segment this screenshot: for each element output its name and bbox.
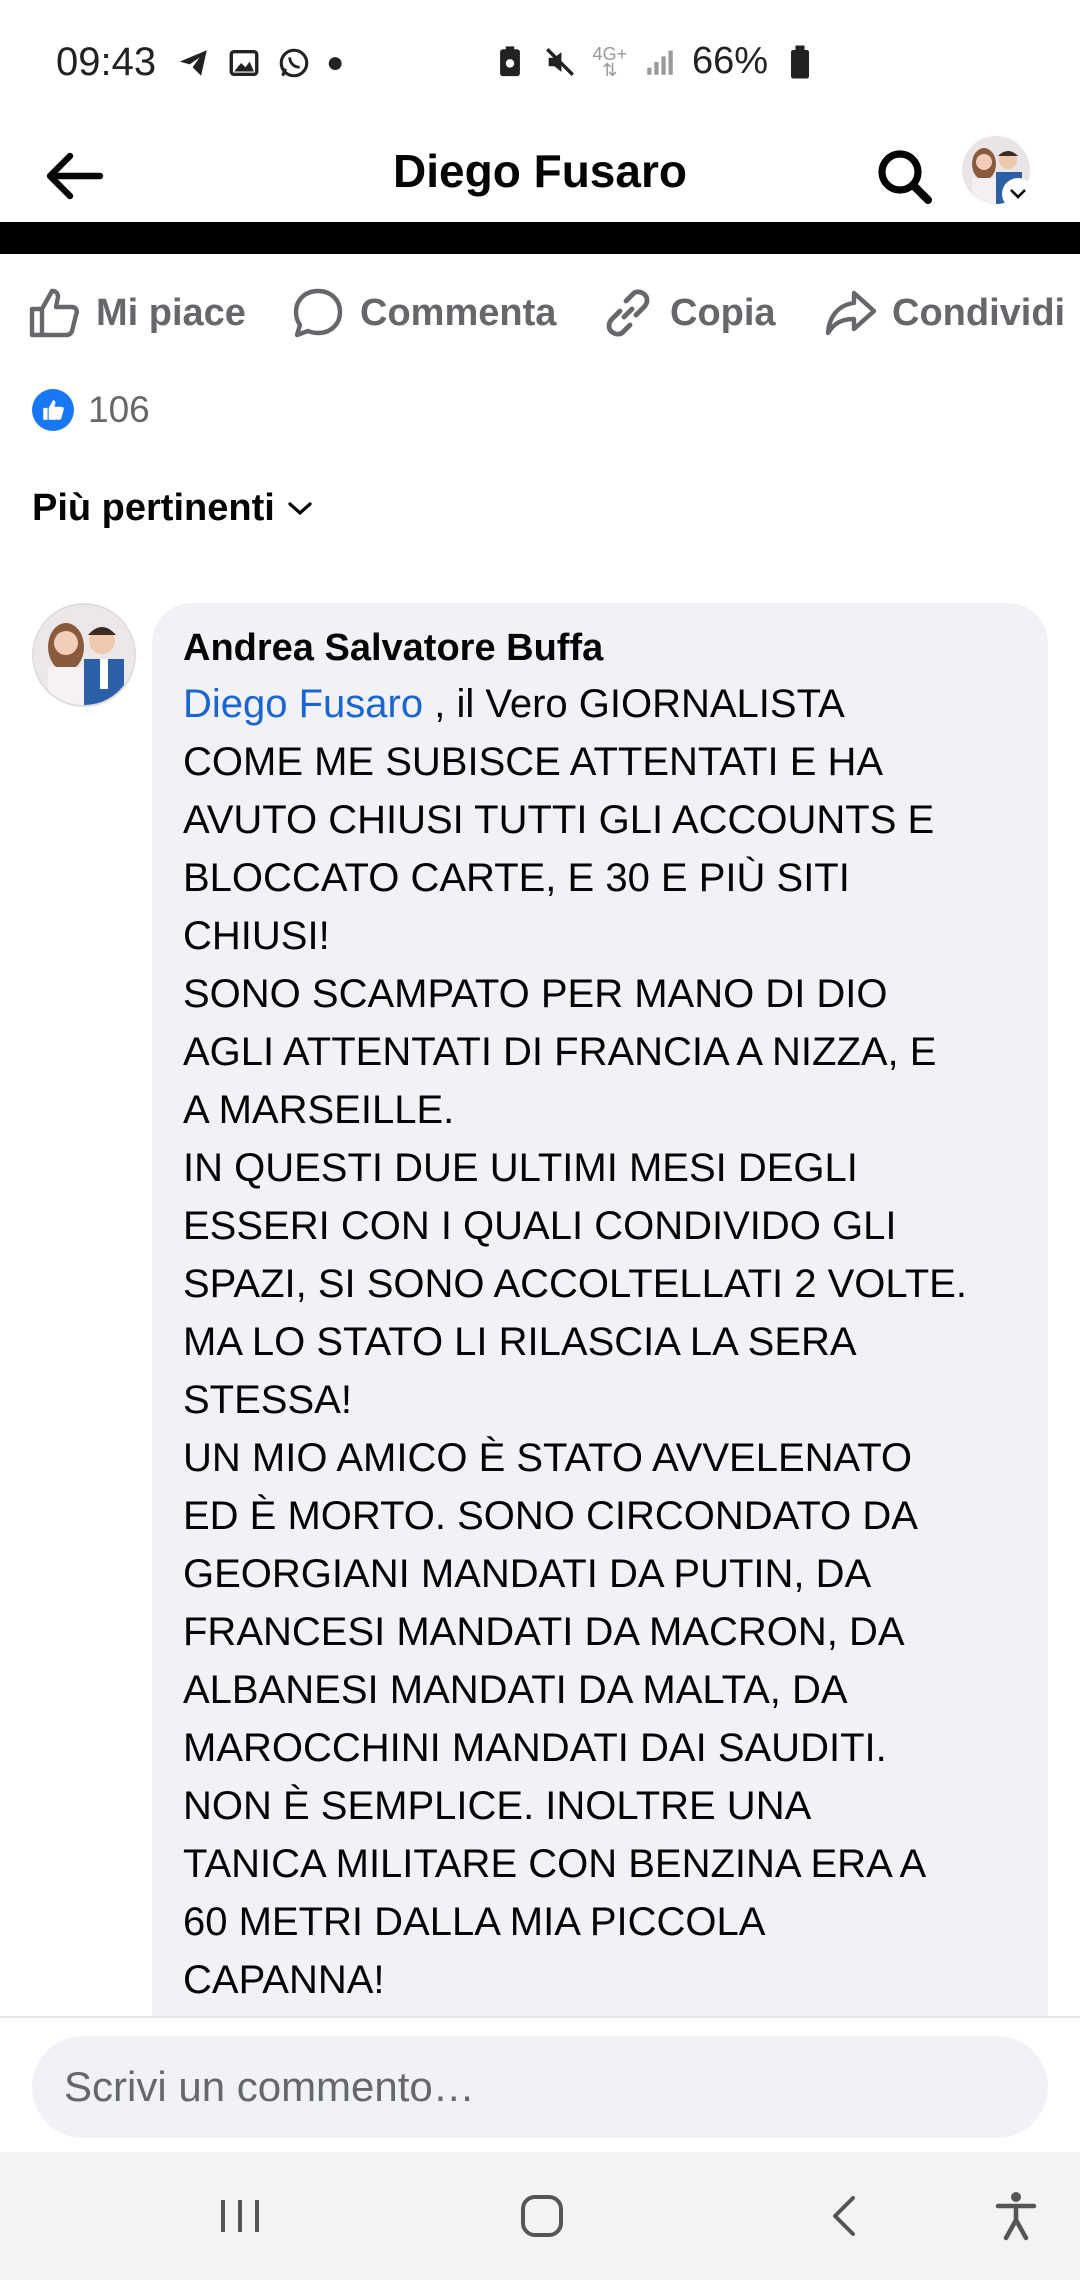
sort-label: Più pertinenti [32,487,275,529]
back-nav-button[interactable] [796,2176,892,2256]
commenter-avatar[interactable] [32,603,136,707]
comment-sort-dropdown[interactable]: Più pertinenti [32,487,313,530]
app-header: Diego Fusaro [0,128,1080,224]
network-icon: 4G+ ⇅ [592,44,628,80]
chevron-down-icon [1010,189,1026,199]
battery-percent: 66% [691,40,768,82]
comment-button[interactable]: Commenta [290,278,556,348]
post-action-bar: Mi piace Commenta Copia Condividi [0,268,1080,358]
dot-icon: ● [326,45,345,79]
data-arrows-icon: ⇅ [602,59,618,80]
signal-icon [642,44,678,80]
reactions-summary[interactable]: 106 [32,386,150,434]
whatsapp-icon [276,45,312,81]
gallery-icon [226,45,262,81]
reaction-count: 106 [88,389,150,430]
thumbs-up-icon [29,288,79,338]
like-label: Mi piace [96,291,246,334]
copy-label: Copia [670,291,776,334]
comment-body: Diego Fusaro , il Vero GIORNALISTA COME … [183,675,1018,2009]
share-label: Condividi [892,291,1066,334]
comment-bubble[interactable]: Andrea Salvatore Buffa Diego Fusaro , il… [152,603,1048,2023]
share-button[interactable]: Condividi [822,278,1065,348]
home-button[interactable] [494,2176,590,2256]
battery-icon [782,44,818,80]
status-left: 09:43 ● [56,40,344,85]
like-reaction-icon [32,389,74,431]
system-nav-bar [0,2152,1080,2280]
comment-composer [0,2016,1080,2154]
comment-text: , il Vero GIORNALISTA COME ME SUBISCE AT… [183,682,967,2002]
accessibility-button[interactable] [968,2176,1064,2256]
accessibility-icon [995,2192,1037,2241]
copy-link-button[interactable]: Copia [600,278,776,348]
link-icon [606,289,650,337]
search-button[interactable] [866,138,942,214]
battery-saver-icon [492,44,528,80]
share-arrow-icon [825,290,877,336]
status-right: 4G+ ⇅ 66% [492,40,818,83]
comment-input[interactable] [32,2036,1048,2138]
mute-icon [542,44,578,80]
recent-apps-button[interactable] [192,2176,288,2256]
recents-icon [221,2200,259,2232]
chevron-down-icon [288,501,312,515]
telegram-icon [176,45,212,81]
post-media-edge [0,222,1080,254]
commenter-photo-icon [34,605,134,705]
like-button[interactable]: Mi piace [26,278,246,348]
comment-bubble-icon [293,288,343,338]
comment-label: Commenta [360,291,557,334]
comment-author[interactable]: Andrea Salvatore Buffa [183,623,1018,673]
status-time: 09:43 [56,40,157,84]
comment-mention[interactable]: Diego Fusaro [183,682,423,726]
status-bar: 09:43 ● 4G+ ⇅ 66% [0,0,1080,128]
chevron-left-icon [833,2196,855,2236]
profile-menu-chevron[interactable] [1004,180,1032,208]
home-icon [521,2195,563,2237]
search-icon [878,150,932,204]
